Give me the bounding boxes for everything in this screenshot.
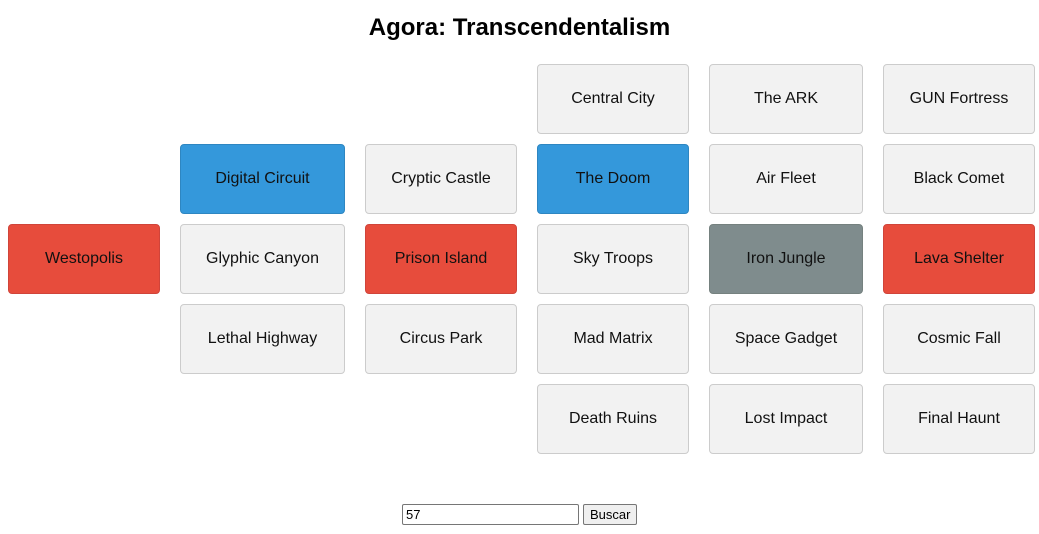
tile-black-comet[interactable]: Black Comet	[883, 144, 1035, 214]
search-button[interactable]: Buscar	[583, 504, 638, 525]
tile-central-city[interactable]: Central City	[537, 64, 689, 134]
tile-space-gadget[interactable]: Space Gadget	[709, 304, 863, 374]
page-title: Agora: Transcendentalism	[368, 14, 671, 41]
tile-iron-jungle[interactable]: Iron Jungle	[709, 224, 863, 294]
tile-cryptic-castle[interactable]: Cryptic Castle	[365, 144, 517, 214]
tile-death-ruins[interactable]: Death Ruins	[537, 384, 689, 454]
tile-final-haunt[interactable]: Final Haunt	[883, 384, 1035, 454]
tile-the-ark[interactable]: The ARK	[709, 64, 863, 134]
tile-lethal-highway[interactable]: Lethal Highway	[180, 304, 345, 374]
tile-glyphic-canyon[interactable]: Glyphic Canyon	[180, 224, 345, 294]
tile-mad-matrix[interactable]: Mad Matrix	[537, 304, 689, 374]
tile-lava-shelter[interactable]: Lava Shelter	[883, 224, 1035, 294]
tile-sky-troops[interactable]: Sky Troops	[537, 224, 689, 294]
tile-circus-park[interactable]: Circus Park	[365, 304, 517, 374]
tile-air-fleet[interactable]: Air Fleet	[709, 144, 863, 214]
tile-lost-impact[interactable]: Lost Impact	[709, 384, 863, 454]
tile-prison-island[interactable]: Prison Island	[365, 224, 517, 294]
search-bar: Buscar	[402, 504, 638, 525]
search-input[interactable]	[402, 504, 579, 525]
tile-gun-fortress[interactable]: GUN Fortress	[883, 64, 1035, 134]
tile-digital-circuit[interactable]: Digital Circuit	[180, 144, 345, 214]
tile-westopolis[interactable]: Westopolis	[8, 224, 160, 294]
tile-cosmic-fall[interactable]: Cosmic Fall	[883, 304, 1035, 374]
page: Agora: Transcendentalism Central City Th…	[0, 0, 1039, 534]
tile-the-doom[interactable]: The Doom	[537, 144, 689, 214]
